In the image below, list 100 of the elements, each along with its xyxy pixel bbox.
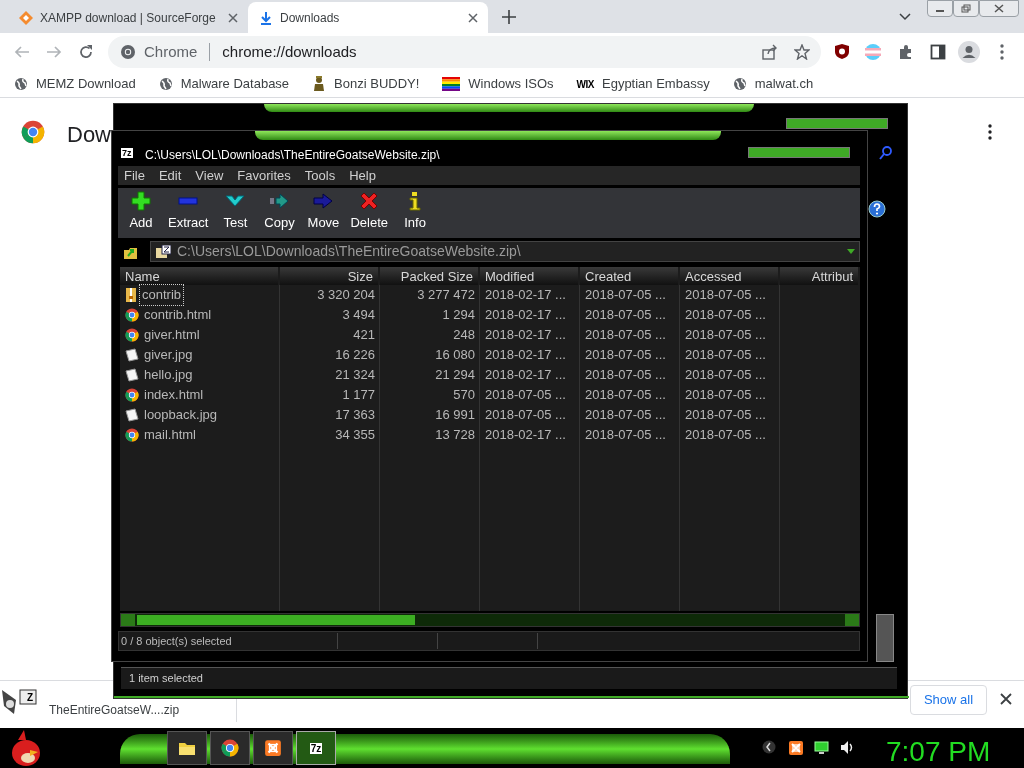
taskbar-button[interactable]: 7z xyxy=(296,731,336,765)
badge-letter: Z xyxy=(27,691,34,705)
table-cell-text: 17 363 xyxy=(335,406,375,425)
taskbar-button[interactable] xyxy=(253,731,293,765)
table-cell-text: 3 494 xyxy=(342,306,375,325)
file-name[interactable]: giver.html xyxy=(142,325,202,345)
url-text: chrome://downloads xyxy=(222,41,357,62)
chrome-icon xyxy=(125,388,139,402)
diamond-icon xyxy=(18,9,34,26)
menu-item[interactable]: Tools xyxy=(304,165,336,186)
bookmark-label: Egyptian Embassy xyxy=(602,75,710,94)
menu-item[interactable]: View xyxy=(195,165,224,186)
minimize-button[interactable] xyxy=(927,0,953,17)
restore-button[interactable] xyxy=(953,0,979,17)
table-cell-text: 2018-07-05 ... xyxy=(685,366,766,385)
chrome-icon xyxy=(125,328,139,342)
shield-icon xyxy=(834,43,850,60)
table-cell-text: 34 355 xyxy=(335,426,375,445)
table-cell-text: 2018-02-17 ... xyxy=(485,366,566,385)
close-button[interactable] xyxy=(979,0,1019,17)
chrome-logo-icon xyxy=(21,120,45,144)
toolbar-button[interactable]: Extract xyxy=(168,190,209,232)
menu-item[interactable]: Help xyxy=(349,165,376,186)
cross-icon xyxy=(359,190,380,211)
more-icon xyxy=(988,124,992,140)
app-icon xyxy=(264,739,282,757)
column-header[interactable]: Packed Size xyxy=(380,267,480,285)
column-header[interactable]: Accessed xyxy=(680,267,780,285)
file-name[interactable]: contrib xyxy=(140,285,184,305)
bookmark-label: Windows ISOs xyxy=(468,75,554,94)
taskbar-button[interactable] xyxy=(210,731,250,765)
file-name[interactable]: index.html xyxy=(142,385,206,405)
table-cell-text: 421 xyxy=(353,326,375,345)
zip-file-icon xyxy=(0,686,40,716)
toolbar-button[interactable]: Test xyxy=(218,190,253,232)
taskbar-button[interactable] xyxy=(167,731,207,765)
file-name[interactable]: giver.jpg xyxy=(142,345,195,365)
table-cell-text: 21 324 xyxy=(335,366,375,385)
table-cell-text: 2018-07-05 ... xyxy=(685,386,766,405)
column-header[interactable]: Created xyxy=(580,267,680,285)
menu-item[interactable]: Favorites xyxy=(237,165,291,186)
toolbar-button[interactable]: Info xyxy=(398,190,433,232)
table-cell-text: 16 226 xyxy=(335,346,375,365)
column-header[interactable]: Size xyxy=(280,267,380,285)
column-header[interactable]: Attribut xyxy=(780,267,860,285)
bookmark[interactable]: malwat.ch xyxy=(724,72,822,96)
site-label: Chrome xyxy=(144,41,198,62)
back-arrow-icon xyxy=(14,45,30,59)
horizontal-scrollbar[interactable] xyxy=(120,613,860,627)
image-file-icon xyxy=(125,368,139,382)
browser-tab[interactable]: Downloads xyxy=(248,2,488,33)
table-cell-text: 2018-07-05 ... xyxy=(585,286,666,305)
help-icon xyxy=(868,200,886,218)
file-name[interactable]: loopback.jpg xyxy=(142,405,219,425)
table-cell-text: 2018-07-05 ... xyxy=(685,286,766,305)
table-cell-text: 2018-07-05 ... xyxy=(685,406,766,425)
table-cell-text: 2018-07-05 ... xyxy=(585,326,666,345)
bookmark[interactable]: Malware Database xyxy=(150,72,298,96)
scrollbar-thumb[interactable] xyxy=(137,615,415,625)
bookmark[interactable]: WIX Egyptian Embassy xyxy=(568,72,718,96)
scrollbar-thumb[interactable] xyxy=(876,614,894,662)
table-cell-text: 16 080 xyxy=(435,346,475,365)
table-cell-text: 2018-07-05 ... xyxy=(685,346,766,365)
chrome-icon xyxy=(221,739,239,757)
toolbar-button[interactable]: Move xyxy=(306,190,341,232)
forward-arrow-icon xyxy=(46,45,62,59)
striped-circle-icon xyxy=(864,43,882,61)
plus-icon xyxy=(131,190,151,211)
window-title: C:\Users\LOL\Downloads\TheEntireGoatseWebsite.zip\ xyxy=(145,147,440,164)
bookmark[interactable]: MEMZ Download xyxy=(6,72,144,96)
avatar-icon xyxy=(958,41,980,63)
search-icon xyxy=(878,145,894,161)
bookmark[interactable]: Bonzi BUDDY! xyxy=(304,72,428,96)
column-header[interactable]: Modified xyxy=(480,267,580,285)
path-field[interactable]: C:\Users\LOL\Downloads\TheEntireGoatseWebsite.zip\ xyxy=(150,241,860,262)
table-cell-text: 2018-07-05 ... xyxy=(585,366,666,385)
table-cell-text: 248 xyxy=(453,326,475,345)
show-all-button[interactable]: Show all xyxy=(910,685,987,715)
toolbar-button[interactable]: Add xyxy=(124,190,158,232)
clock: 7:07 PM xyxy=(886,735,991,768)
table-cell-text: 2018-07-05 ... xyxy=(685,306,766,325)
address-bar[interactable]: Chrome chrome://downloads xyxy=(108,36,821,68)
monitor-icon xyxy=(814,740,830,756)
toolbar-button[interactable]: Delete xyxy=(350,190,389,232)
file-name[interactable]: contrib.html xyxy=(142,305,214,325)
file-name[interactable]: mail.html xyxy=(142,425,198,445)
bookmark[interactable]: Windows ISOs xyxy=(434,72,562,96)
restore-icon xyxy=(961,4,971,13)
more-icon xyxy=(1000,44,1004,60)
side-panel-icon xyxy=(930,44,946,60)
table-cell-text: 3 320 204 xyxy=(317,286,375,305)
menu-item[interactable]: File xyxy=(124,165,145,186)
toolbar-button[interactable]: Copy xyxy=(262,190,297,232)
chrome-icon xyxy=(125,308,139,322)
figure-icon xyxy=(312,76,327,92)
close-icon xyxy=(228,12,238,23)
column-header[interactable]: Name xyxy=(120,267,280,285)
menu-item[interactable]: Edit xyxy=(158,165,182,186)
table-cell-text: 2018-07-05 ... xyxy=(585,306,666,325)
file-name[interactable]: hello.jpg xyxy=(142,365,195,385)
